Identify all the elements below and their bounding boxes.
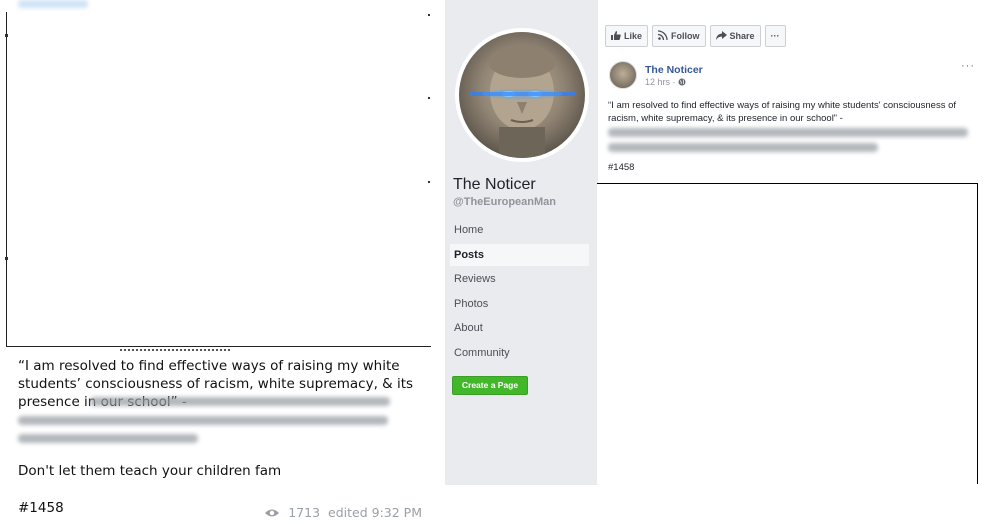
nav-home[interactable]: Home bbox=[450, 219, 589, 241]
tick-mark bbox=[5, 257, 8, 260]
blurred-header bbox=[18, 0, 88, 8]
globe-icon bbox=[678, 77, 686, 87]
like-button[interactable]: Like bbox=[605, 25, 649, 47]
rss-icon bbox=[657, 30, 668, 42]
follow-label: Follow bbox=[671, 31, 700, 41]
blurred-text bbox=[608, 128, 968, 137]
tick-mark bbox=[5, 34, 8, 37]
share-arrow-icon bbox=[715, 30, 727, 42]
blurred-text bbox=[18, 434, 198, 443]
share-label: Share bbox=[729, 31, 755, 41]
post-hashtag[interactable]: #1458 bbox=[18, 500, 64, 516]
image-caption-dots bbox=[120, 349, 230, 353]
page-handle: @TheEuropeanMan bbox=[453, 196, 557, 208]
eye-icon bbox=[264, 508, 280, 518]
post-meta: 1713 edited 9:32 PM bbox=[264, 505, 422, 520]
post-author-avatar[interactable] bbox=[609, 61, 637, 89]
thumbs-up-icon bbox=[611, 30, 621, 42]
page-sidebar: The Noticer @TheEuropeanMan Home Posts R… bbox=[445, 0, 598, 485]
blurred-text bbox=[18, 416, 388, 425]
follow-button[interactable]: Follow bbox=[652, 25, 706, 47]
cropped-image-frame bbox=[597, 183, 978, 484]
blurred-text bbox=[90, 397, 390, 406]
page-action-bar: Like Follow Share ··· bbox=[605, 25, 786, 47]
more-actions-button[interactable]: ··· bbox=[764, 25, 786, 47]
nav-photos[interactable]: Photos bbox=[450, 293, 589, 315]
post-author-name[interactable]: The Noticer bbox=[645, 64, 703, 76]
page-name: The Noticer bbox=[453, 176, 536, 193]
page-nav: Home Posts Reviews Photos About Communit… bbox=[450, 219, 589, 366]
like-label: Like bbox=[624, 31, 643, 41]
create-page-button[interactable]: Create a Page bbox=[452, 376, 528, 395]
post-note: Don't let them teach your children fam bbox=[18, 463, 282, 479]
post-time-text: 12 hrs · bbox=[645, 77, 679, 87]
profile-picture[interactable] bbox=[455, 28, 589, 162]
post-timestamp[interactable]: 12 hrs · bbox=[645, 77, 686, 87]
post-hashtag[interactable]: #1458 bbox=[608, 162, 634, 173]
nav-about[interactable]: About bbox=[450, 317, 589, 339]
nav-reviews[interactable]: Reviews bbox=[450, 268, 589, 290]
stray-dot bbox=[428, 14, 430, 16]
telegram-post: “I am resolved to find effective ways of… bbox=[0, 0, 432, 525]
post-options-button[interactable]: ··· bbox=[961, 60, 975, 72]
share-button[interactable]: Share bbox=[709, 25, 761, 47]
post-text: “I am resolved to find effective ways of… bbox=[608, 100, 957, 124]
bust-statue-image bbox=[459, 32, 585, 158]
blurred-text bbox=[608, 143, 878, 152]
view-count: 1713 bbox=[288, 505, 321, 520]
stray-dot bbox=[428, 181, 430, 183]
edited-time: edited 9:32 PM bbox=[328, 505, 422, 520]
nav-posts[interactable]: Posts bbox=[450, 243, 589, 266]
post-image-area bbox=[5, 12, 431, 347]
facebook-post: The Noticer 12 hrs · ··· “I am resolved … bbox=[598, 54, 983, 185]
stray-dot bbox=[428, 97, 430, 99]
nav-community[interactable]: Community bbox=[450, 342, 589, 364]
